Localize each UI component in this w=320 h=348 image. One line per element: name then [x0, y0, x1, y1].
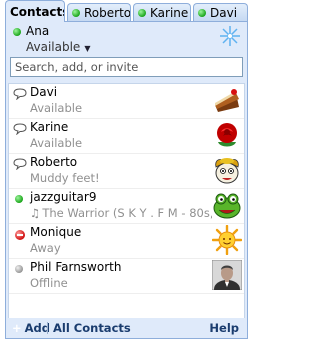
my-avatar-sparkle-icon[interactable] — [219, 25, 241, 47]
contact-name: Karine — [30, 120, 69, 134]
contact-karine[interactable]: Karine Available — [9, 119, 244, 154]
add-contact-button[interactable]: + Add — [12, 321, 50, 335]
contact-status: The Warrior (S K Y . F M - 80s, 80s — [42, 206, 216, 220]
tab-roberto[interactable]: Roberto — [67, 3, 131, 21]
contact-name: jazzguitar9 — [30, 190, 97, 204]
music-note-icon: ♫ — [30, 206, 41, 220]
tab-karine[interactable]: Karine — [133, 3, 191, 21]
contact-name: Phil Farnsworth — [30, 260, 122, 274]
contact-status: Muddy feet! — [30, 171, 100, 185]
contact-roberto[interactable]: Roberto Muddy feet! — [9, 154, 244, 189]
speech-bubble-icon — [13, 123, 27, 135]
contact-name: Davi — [30, 85, 58, 99]
tab-davi-label: Davi — [210, 5, 238, 20]
my-status-dropdown[interactable]: Available ▼ — [26, 40, 90, 54]
contact-status: Available — [30, 101, 83, 115]
contact-status-music: ♫The Warrior (S K Y . F M - 80s, 80s — [30, 206, 216, 220]
cake-icon — [212, 85, 242, 115]
cartoon-dog-icon — [212, 155, 242, 185]
my-status-area: Ana Available ▼ — [6, 22, 247, 58]
available-status-icon — [72, 8, 80, 17]
tab-davi[interactable]: Davi — [193, 3, 248, 21]
tab-karine-label: Karine — [150, 5, 189, 20]
contact-jazzguitar9[interactable]: jazzguitar9 ♫ The Warrior (S K Y . F M - … — [9, 189, 244, 224]
my-name: Ana — [26, 24, 50, 38]
footer-divider — [47, 322, 48, 334]
all-contacts-link[interactable]: All Contacts — [53, 321, 131, 335]
dropdown-arrow-icon: ▼ — [84, 44, 91, 53]
panel-footer: + Add All Contacts Help — [6, 318, 247, 338]
tab-contacts-label: Contacts — [10, 4, 65, 19]
tab-roberto-label: Roberto — [84, 5, 131, 20]
speech-bubble-icon — [13, 158, 27, 170]
help-link[interactable]: Help — [209, 321, 239, 335]
contact-status: Available — [30, 136, 83, 150]
my-status-label: Available — [26, 40, 81, 54]
my-status-dot-icon — [13, 28, 21, 36]
sun-icon — [212, 225, 242, 255]
available-status-icon — [138, 8, 146, 17]
contact-davi[interactable]: Davi Available — [9, 84, 244, 119]
tab-strip: Contacts Roberto Karine Davi — [5, 0, 248, 22]
available-status-icon — [198, 8, 206, 17]
offline-status-icon — [15, 265, 23, 273]
busy-status-icon — [15, 230, 25, 240]
contact-phil-farnsworth[interactable]: Phil Farnsworth Offline — [9, 259, 244, 294]
contact-name: Monique — [30, 225, 82, 239]
search-input[interactable] — [10, 57, 243, 77]
contact-name: Roberto — [30, 155, 78, 169]
contacts-panel: Ana Available▼ Davi Available — [5, 21, 248, 339]
rose-icon — [212, 120, 242, 150]
frog-icon — [212, 190, 242, 220]
contact-status: Offline — [30, 276, 68, 290]
contact-monique[interactable]: Monique Away — [9, 224, 244, 259]
available-status-icon — [15, 195, 23, 203]
contact-status: Away — [30, 241, 61, 255]
contact-list[interactable]: Davi Available Karine Available Roberto … — [8, 83, 245, 319]
speech-bubble-icon — [13, 88, 27, 100]
photo-avatar — [212, 260, 242, 290]
tab-contacts[interactable]: Contacts — [5, 0, 65, 22]
plus-icon: + — [12, 321, 22, 335]
